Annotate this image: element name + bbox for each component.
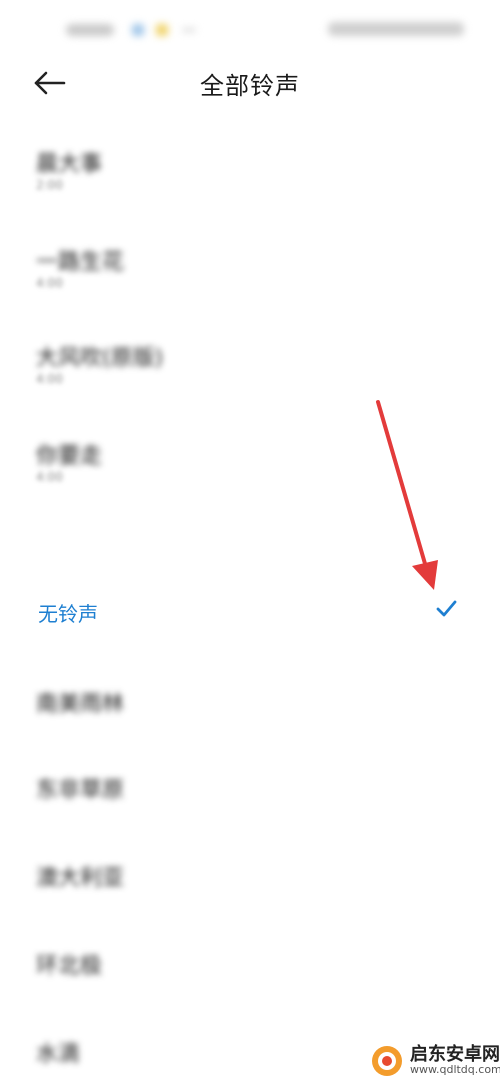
ringtone-title: 一路生花	[36, 250, 125, 275]
ringtone-item[interactable]: 一路生花 4:00	[0, 244, 500, 334]
ringtone-item[interactable]: 东非草原	[0, 772, 500, 822]
checkmark-icon	[434, 596, 458, 620]
ringtone-item[interactable]: 南美雨林	[0, 686, 500, 736]
ringtone-title: 环北极	[36, 954, 103, 979]
notification-icon	[132, 24, 144, 36]
page-title: 全部铃声	[200, 72, 300, 100]
watermark: 启东安卓网 www.qdltdq.com	[368, 1040, 500, 1080]
ringtone-title: 水滴	[36, 1042, 81, 1067]
no-ringtone-item[interactable]: 无铃声	[0, 592, 500, 634]
ringtone-item[interactable]: 澳大利亚	[0, 860, 500, 910]
ringtone-title: 澳大利亚	[36, 866, 125, 891]
ringtone-title: 南美雨林	[36, 692, 125, 717]
watermark-logo-icon	[370, 1044, 404, 1078]
status-time	[66, 24, 114, 36]
header: 全部铃声	[0, 56, 500, 110]
no-ringtone-label: 无铃声	[38, 602, 98, 626]
ringtone-title: 你要走	[36, 444, 103, 469]
ringtone-title: 大风吹(原版)	[36, 346, 164, 371]
ringtone-item[interactable]: 你要走 4:00	[0, 438, 500, 528]
watermark-url: www.qdltdq.com	[410, 1063, 500, 1076]
ringtone-title: 晨大事	[36, 152, 103, 177]
ringtone-duration: 4:00	[36, 276, 63, 290]
ringtone-item[interactable]: 环北极	[0, 948, 500, 998]
ringtone-duration: 4:00	[36, 470, 63, 484]
ringtone-duration: 2:00	[36, 178, 63, 192]
ringtone-item[interactable]: 晨大事 2:00	[0, 146, 500, 236]
status-indicators	[328, 22, 464, 36]
ringtone-title: 东非草原	[36, 778, 125, 803]
ringtone-item[interactable]: 大风吹(原版) 4:00	[0, 340, 500, 430]
ringtone-duration: 4:00	[36, 372, 63, 386]
status-bar	[0, 0, 500, 60]
more-notifications-icon	[182, 28, 196, 32]
notification-icon	[156, 24, 168, 36]
